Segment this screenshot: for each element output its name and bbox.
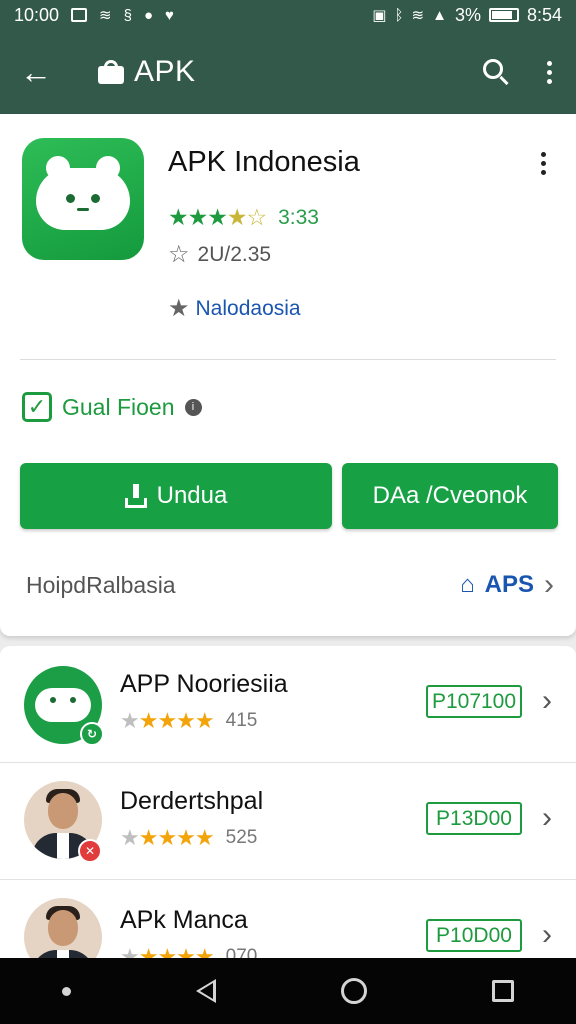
app-notification-icon: § xyxy=(123,6,132,24)
chevron-right-icon: › xyxy=(544,568,554,601)
game-icon: ● xyxy=(143,6,154,24)
battery-icon xyxy=(488,8,519,22)
price-button[interactable]: P10D00 xyxy=(426,919,522,952)
aps-link[interactable]: APS xyxy=(485,571,534,599)
developer-name: Nalodaosia xyxy=(195,296,301,320)
chevron-right-icon: › xyxy=(542,684,552,717)
cell-signal-icon: ▲ xyxy=(432,6,447,24)
category-label: HoipdRalbasia xyxy=(26,571,176,598)
chevron-right-icon: › xyxy=(542,801,552,834)
shield-icon: ♥ xyxy=(165,6,174,24)
details-button-label: DAa /Cveonok xyxy=(372,482,528,509)
rating-count: 415 xyxy=(225,710,258,731)
checkbox-check-icon[interactable]: ✓ xyxy=(22,392,52,422)
store-bag-icon xyxy=(98,60,124,84)
nav-recents-icon[interactable] xyxy=(491,980,514,1002)
rating-count: 525 xyxy=(225,827,258,848)
app-icon xyxy=(22,138,144,260)
tag-icon: ⌂ xyxy=(460,571,475,598)
app-bar-title: APK xyxy=(134,55,196,88)
more-vert-icon[interactable] xyxy=(543,60,556,84)
app-rating-row: ★★★★☆ 3:33 xyxy=(168,204,319,231)
rating-value: 3:33 xyxy=(278,205,319,229)
list-item[interactable]: APk Manca ★★★★★ 070 P10D00 › xyxy=(0,880,576,966)
category-row[interactable]: HoipdRalbasia ⌂ APS › xyxy=(26,570,554,600)
related-apps-list: ↻ APP Nooriesiia ★★★★★ 415 P107100 › ✕ D… xyxy=(0,646,576,966)
divider xyxy=(20,359,556,360)
vibrate-icon: ▣ xyxy=(372,7,387,24)
app-more-icon[interactable] xyxy=(537,152,550,175)
rating-stars: ★★★★★ xyxy=(120,825,215,850)
verified-row: ✓ Gual Fioen i xyxy=(22,392,202,422)
star-icon: ★ xyxy=(168,295,190,322)
notification-icon xyxy=(71,8,88,22)
price-button[interactable]: P107100 xyxy=(426,685,522,718)
search-icon[interactable] xyxy=(483,59,509,86)
install-button-label: Undua xyxy=(156,482,228,509)
app-bar: ← APK xyxy=(0,30,576,114)
nav-home-icon[interactable] xyxy=(340,978,367,1004)
list-item-title: APP Nooriesiia xyxy=(120,670,288,698)
app-detail-card: APK Indonesia ★★★★☆ 3:33 ☆ 2U/2.35 ★ Nal… xyxy=(0,114,576,636)
system-nav-bar xyxy=(0,958,576,1024)
alert-badge-icon: ✕ xyxy=(78,839,102,863)
downloads-row: ☆ 2U/2.35 xyxy=(168,240,271,269)
rating-stars: ★★★★☆ xyxy=(168,204,267,230)
list-item[interactable]: ✕ Derdertshpal ★★★★★ 525 P13D00 › xyxy=(0,763,576,880)
assistant-dot-icon[interactable] xyxy=(62,986,72,996)
list-item-title: APk Manca xyxy=(120,906,248,934)
rating-stars: ★★★★★ xyxy=(120,708,215,733)
app-name: APK Indonesia xyxy=(168,146,360,178)
list-item-rating: ★★★★★ 525 xyxy=(120,825,257,851)
status-time-right: 8:54 xyxy=(526,4,562,25)
install-button[interactable]: Undua xyxy=(20,463,332,529)
wifi-icon: ≋ xyxy=(99,7,112,24)
downloads-value: 2U/2.35 xyxy=(197,242,272,266)
download-icon xyxy=(124,484,147,508)
nav-back-icon[interactable] xyxy=(196,979,217,1003)
battery-percent: 3% xyxy=(454,4,481,25)
verified-label: Gual Fioen xyxy=(62,393,175,420)
list-item-rating: ★★★★★ 415 xyxy=(120,708,257,734)
bluetooth-icon: ᛒ xyxy=(394,6,404,24)
avatar xyxy=(24,898,102,966)
sync-badge-icon: ↻ xyxy=(80,722,104,746)
details-button[interactable]: DAa /Cveonok xyxy=(342,463,558,529)
info-icon[interactable]: i xyxy=(184,398,202,416)
back-arrow-icon[interactable]: ← xyxy=(20,54,60,91)
list-item[interactable]: ↻ APP Nooriesiia ★★★★★ 415 P107100 › xyxy=(0,646,576,763)
list-item-title: Derdertshpal xyxy=(120,787,264,815)
status-time-left: 10:00 xyxy=(14,4,60,25)
price-button[interactable]: P13D00 xyxy=(426,802,522,835)
developer-link[interactable]: ★ Nalodaosia xyxy=(168,294,301,323)
wifi-signal-icon: ≋ xyxy=(411,7,425,24)
status-bar: 10:00 ≋ § ● ♥ ▣ ᛒ ≋ ▲ 3% 8:54 xyxy=(0,0,576,30)
star-outline-icon: ☆ xyxy=(168,241,190,268)
chevron-right-icon: › xyxy=(542,918,552,951)
